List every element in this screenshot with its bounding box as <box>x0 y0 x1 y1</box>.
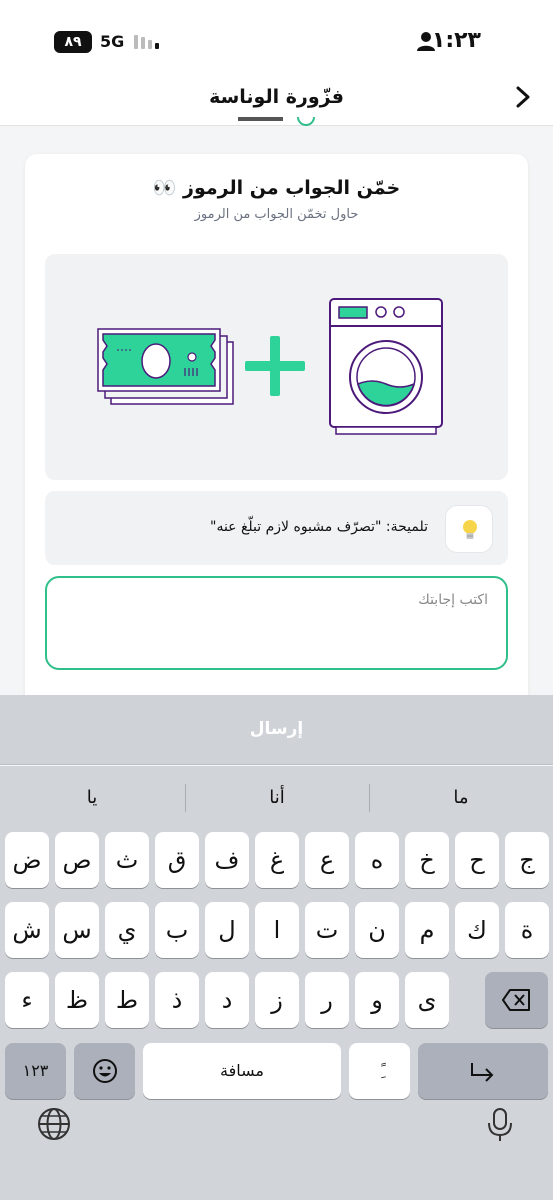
lightbulb-icon <box>463 520 477 539</box>
key[interactable]: ت <box>305 902 349 958</box>
suggestion-item[interactable]: ما <box>369 780 553 816</box>
network-label: 5G <box>100 32 125 51</box>
key[interactable]: ب <box>155 902 199 958</box>
suggestion-bar: ما أنا يا <box>0 766 553 830</box>
suggestion-divider <box>185 784 186 812</box>
key[interactable]: س <box>55 902 99 958</box>
mic-icon[interactable] <box>482 1106 518 1142</box>
key[interactable]: ح <box>455 832 499 888</box>
delete-key[interactable] <box>485 972 548 1028</box>
money-icon <box>97 328 234 405</box>
key[interactable]: ي <box>105 902 149 958</box>
signal-icon <box>134 35 159 49</box>
status-bar: ١:٢٣ ٨٩ 5G <box>0 0 553 78</box>
emoji-puzzle <box>45 254 508 480</box>
card-title: خمّن الجواب من الرموز 👀 <box>152 177 401 199</box>
key[interactable]: ع <box>305 832 349 888</box>
key[interactable]: ك <box>455 902 499 958</box>
key[interactable]: ظ <box>55 972 99 1028</box>
key[interactable]: ج <box>505 832 549 888</box>
submit-button[interactable]: إرسال <box>0 695 553 765</box>
puzzle-illustration <box>97 298 443 435</box>
key[interactable]: ف <box>205 832 249 888</box>
person-icon <box>417 32 435 51</box>
key[interactable]: ز <box>255 972 299 1028</box>
washing-machine-icon <box>329 298 443 435</box>
diacritic-key[interactable]: ًِ <box>349 1043 410 1099</box>
key[interactable]: ض <box>5 832 49 888</box>
globe-icon[interactable] <box>36 1106 72 1142</box>
key[interactable]: ق <box>155 832 199 888</box>
key[interactable]: و <box>355 972 399 1028</box>
status-time: ١:٢٣ <box>431 28 481 53</box>
key[interactable]: ر <box>305 972 349 1028</box>
page-title: فزّورة الوناسة <box>209 86 344 108</box>
key[interactable]: ن <box>355 902 399 958</box>
key[interactable]: خ <box>405 832 449 888</box>
suggestion-divider <box>369 784 370 812</box>
plus-icon <box>245 336 305 396</box>
key[interactable]: ا <box>255 902 299 958</box>
key[interactable]: ش <box>5 902 49 958</box>
key[interactable]: غ <box>255 832 299 888</box>
hint-box: تلميحة: "تصرّف مشبوه لازم تبلّغ عنه" <box>45 491 508 565</box>
chevron-right-icon[interactable] <box>513 85 533 109</box>
points-peek <box>230 116 320 130</box>
return-icon <box>471 1063 494 1082</box>
key[interactable]: ل <box>205 902 249 958</box>
keyboard: ما أنا يا ج ح خ ه ع غ ف ق ث ص ض ة ك م ن … <box>0 766 553 1200</box>
suggestion-item[interactable]: يا <box>0 780 184 816</box>
puzzle-card: خمّن الجواب من الرموز 👀 حاول تخمّن الجوا… <box>25 154 528 714</box>
emoji-key[interactable] <box>74 1043 135 1099</box>
points-icon <box>238 116 315 126</box>
hint-icon-wrap <box>445 505 493 553</box>
key[interactable]: م <box>405 902 449 958</box>
key[interactable]: ء <box>5 972 49 1028</box>
key[interactable]: ة <box>505 902 549 958</box>
delete-icon <box>501 989 530 1011</box>
emoji-icon <box>92 1059 117 1083</box>
answer-input[interactable] <box>45 576 508 670</box>
battery-indicator: ٨٩ <box>54 31 92 53</box>
key[interactable]: ه <box>355 832 399 888</box>
space-key[interactable]: مسافة <box>143 1043 341 1099</box>
key[interactable]: ذ <box>155 972 199 1028</box>
card-subtitle: حاول تخمّن الجواب من الرموز <box>194 207 359 222</box>
suggestion-item[interactable]: أنا <box>185 780 369 816</box>
key[interactable]: د <box>205 972 249 1028</box>
submit-label: إرسال <box>249 719 304 739</box>
hint-text: تلميحة: "تصرّف مشبوه لازم تبلّغ عنه" <box>210 519 428 535</box>
numbers-key[interactable]: ١٢٣ <box>5 1043 66 1099</box>
return-key[interactable] <box>418 1043 548 1099</box>
key[interactable]: ص <box>55 832 99 888</box>
key[interactable]: ط <box>105 972 149 1028</box>
key[interactable]: ى <box>405 972 449 1028</box>
key[interactable]: ث <box>105 832 149 888</box>
